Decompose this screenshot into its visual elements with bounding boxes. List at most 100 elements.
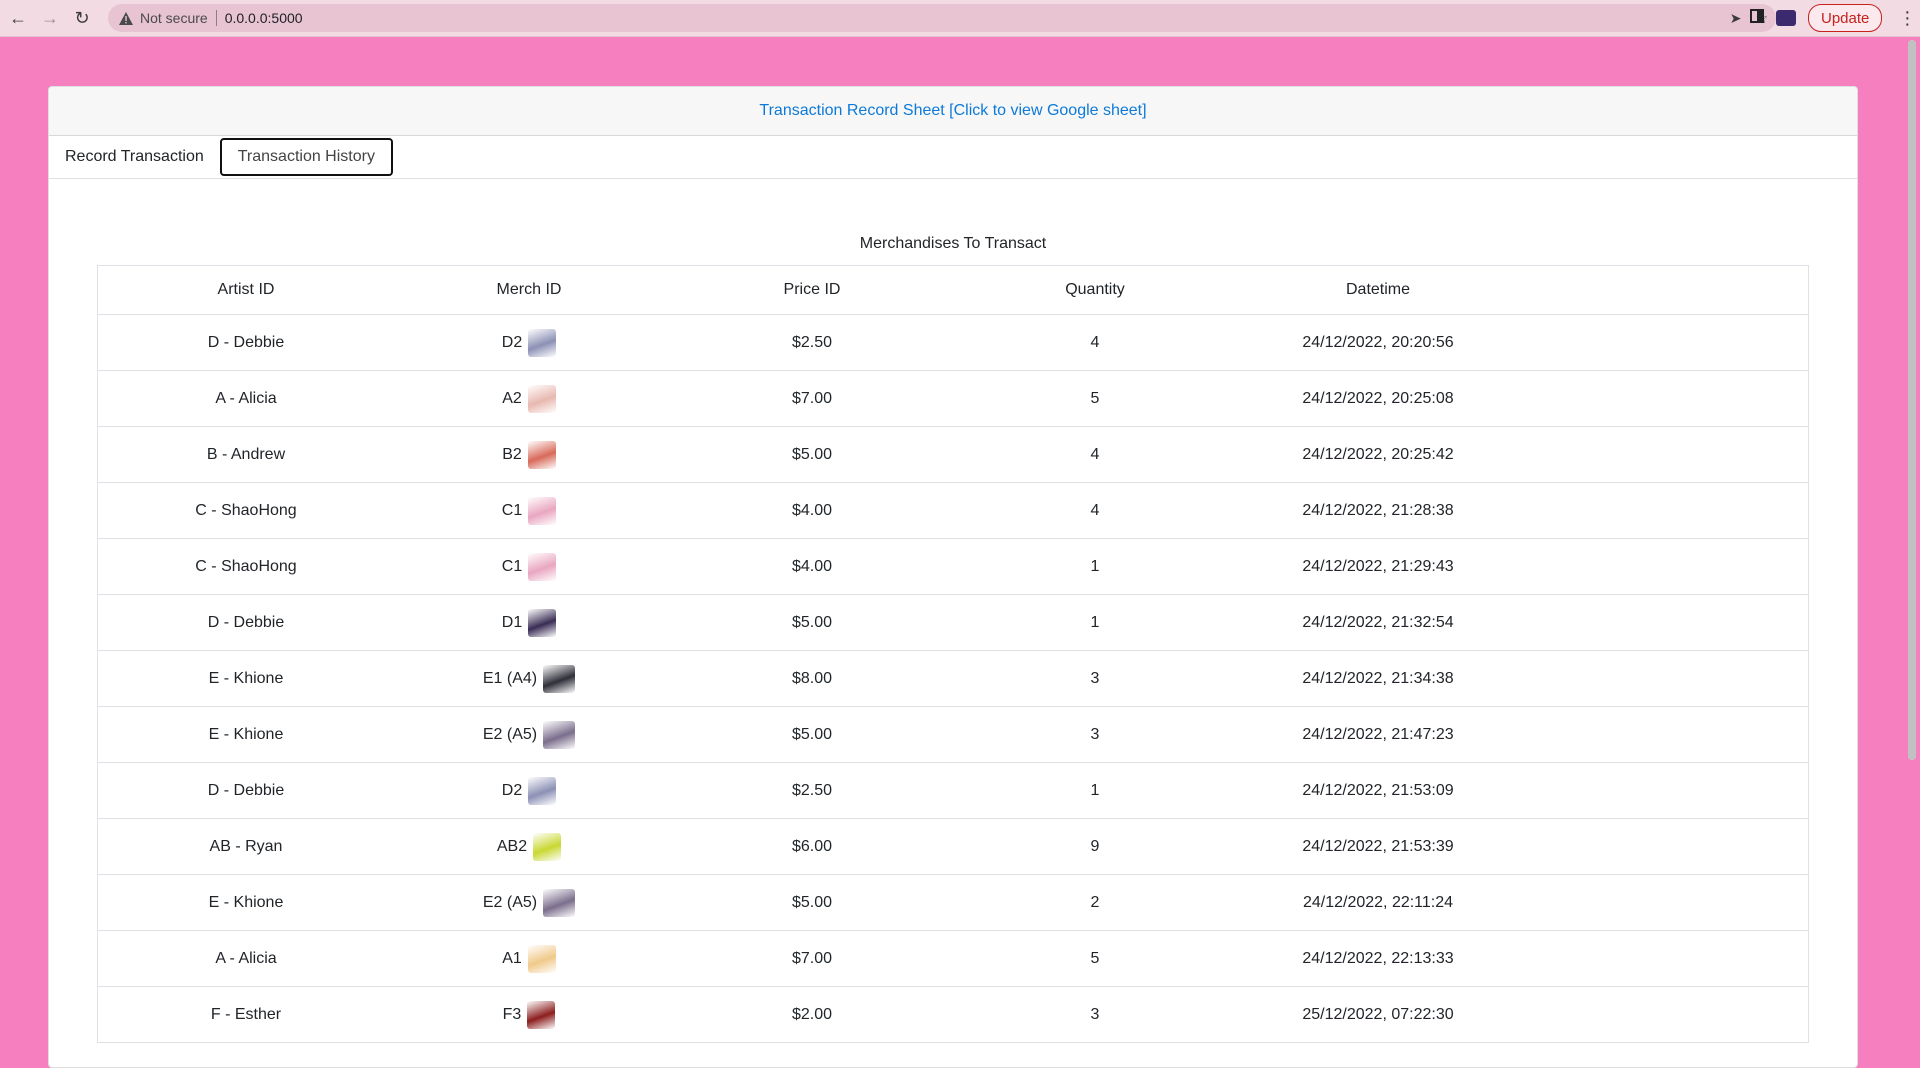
empty-cell <box>1526 538 1808 595</box>
merch-thumbnail-image <box>528 608 557 637</box>
merch-id: D2 <box>501 333 523 351</box>
quantity-cell: 4 <box>960 426 1230 483</box>
price-cell: $5.00 <box>664 706 960 763</box>
price-cell: $2.50 <box>664 762 960 819</box>
price-cell: $5.00 <box>664 874 960 931</box>
artist-cell: C - ShaoHong <box>98 482 394 539</box>
price-cell: $5.00 <box>664 594 960 651</box>
merch-thumbnail-image <box>528 552 557 581</box>
table-row: E - Khione E1 (A4) $8.00 3 24/12/2022, 21:34… <box>98 650 1808 707</box>
address-bar[interactable]: Not secure 0.0.0.0:5000 ➤ ☆ <box>108 4 1776 32</box>
reload-icon[interactable]: ↻ <box>68 4 96 32</box>
quantity-cell: 1 <box>960 538 1230 595</box>
merch-thumbnail-image <box>543 720 576 749</box>
merch-id: E1 (A4) <box>482 669 538 687</box>
datetime-cell: 24/12/2022, 21:29:43 <box>1230 538 1526 595</box>
datetime-cell: 24/12/2022, 22:13:33 <box>1230 930 1526 987</box>
artist-cell: F - Esther <box>98 986 394 1043</box>
merch-id: AB2 <box>496 837 528 855</box>
artist-cell: AB - Ryan <box>98 818 394 875</box>
side-panel-icon[interactable] <box>1750 8 1764 28</box>
warning-icon[interactable] <box>118 10 134 26</box>
merch-id: C1 <box>501 557 523 575</box>
update-button[interactable]: Update <box>1808 4 1883 32</box>
table-header-row: Artist ID Merch ID Price ID Quantity Dat… <box>98 266 1808 315</box>
artist-cell: A - Alicia <box>98 930 394 987</box>
price-cell: $4.00 <box>664 538 960 595</box>
more-menu-icon[interactable]: ⋮ <box>1898 8 1916 29</box>
price-cell: $2.00 <box>664 986 960 1043</box>
artist-cell: E - Khione <box>98 706 394 763</box>
datetime-cell: 24/12/2022, 21:32:54 <box>1230 594 1526 651</box>
tab-record-transaction[interactable]: Record Transaction <box>49 137 220 177</box>
datetime-cell: 24/12/2022, 21:34:38 <box>1230 650 1526 707</box>
browser-toolbar: ← → ↻ Not secure 0.0.0.0:5000 ➤ ☆ Update… <box>0 0 1920 37</box>
merch-id: C1 <box>501 501 523 519</box>
artist-cell: E - Khione <box>98 650 394 707</box>
merch-id: A2 <box>502 389 522 407</box>
datetime-cell: 24/12/2022, 21:28:38 <box>1230 482 1526 539</box>
card-header: Transaction Record Sheet [Click to view … <box>49 87 1857 136</box>
empty-cell <box>1526 650 1808 707</box>
quantity-cell: 1 <box>960 594 1230 651</box>
empty-cell <box>1526 930 1808 987</box>
url-text[interactable]: 0.0.0.0:5000 <box>225 10 303 26</box>
empty-cell <box>1526 762 1808 819</box>
table-row: C - ShaoHong C1 $4.00 4 24/12/2022, 21:28:38 <box>98 482 1808 539</box>
merch-id: D2 <box>501 781 523 799</box>
google-sheet-link[interactable]: Transaction Record Sheet [Click to view … <box>759 102 1146 120</box>
merch-id: A1 <box>502 949 522 967</box>
merch-cell: A1 <box>394 930 664 987</box>
merch-id: F3 <box>502 1005 522 1023</box>
main-card: Transaction Record Sheet [Click to view … <box>48 86 1858 1068</box>
merch-thumbnail-image <box>533 832 562 861</box>
transactions-table: Artist ID Merch ID Price ID Quantity Dat… <box>97 265 1809 1043</box>
merch-cell: D2 <box>394 762 664 819</box>
table-row: D - Debbie D2 $2.50 4 24/12/2022, 20:20:56 <box>98 314 1808 371</box>
merch-cell: E2 (A5) <box>394 874 664 931</box>
tab-transaction-history[interactable]: Transaction History <box>219 138 393 176</box>
back-arrow-icon[interactable]: ← <box>4 4 32 32</box>
empty-cell <box>1526 482 1808 539</box>
merch-cell: D1 <box>394 594 664 651</box>
page-scrollbar-thumb[interactable] <box>1908 40 1916 760</box>
price-cell: $2.50 <box>664 314 960 371</box>
quantity-cell: 9 <box>960 818 1230 875</box>
table-row: E - Khione E2 (A5) $5.00 3 24/12/2022, 21:47… <box>98 706 1808 763</box>
empty-cell <box>1526 370 1808 427</box>
artist-cell: D - Debbie <box>98 594 394 651</box>
merch-cell: C1 <box>394 482 664 539</box>
column-header-datetime: Datetime <box>1230 266 1526 315</box>
price-cell: $7.00 <box>664 370 960 427</box>
empty-cell <box>1526 986 1808 1043</box>
price-cell: $5.00 <box>664 426 960 483</box>
divider <box>215 10 217 26</box>
price-cell: $4.00 <box>664 482 960 539</box>
send-icon[interactable]: ➤ <box>1730 10 1742 27</box>
empty-cell <box>1526 426 1808 483</box>
datetime-cell: 24/12/2022, 20:25:08 <box>1230 370 1526 427</box>
merch-thumbnail-image <box>543 888 576 917</box>
datetime-cell: 24/12/2022, 22:11:24 <box>1230 874 1526 931</box>
extension-icon[interactable] <box>1776 10 1796 26</box>
artist-cell: A - Alicia <box>98 370 394 427</box>
table-row: AB - Ryan AB2 $6.00 9 24/12/2022, 21:53:39 <box>98 818 1808 875</box>
column-header-artist: Artist ID <box>98 266 394 315</box>
artist-cell: C - ShaoHong <box>98 538 394 595</box>
quantity-cell: 4 <box>960 482 1230 539</box>
forward-arrow-icon[interactable]: → <box>36 4 64 32</box>
quantity-cell: 5 <box>960 370 1230 427</box>
price-cell: $7.00 <box>664 930 960 987</box>
merch-thumbnail-image <box>527 944 556 973</box>
merch-thumbnail-image <box>527 440 556 469</box>
table-row: B - Andrew B2 $5.00 4 24/12/2022, 20:25:42 <box>98 426 1808 483</box>
empty-cell <box>1526 594 1808 651</box>
quantity-cell: 3 <box>960 986 1230 1043</box>
datetime-cell: 25/12/2022, 07:22:30 <box>1230 986 1526 1043</box>
merch-id: E2 (A5) <box>482 725 538 743</box>
table-row: A - Alicia A1 $7.00 5 24/12/2022, 22:13:33 <box>98 930 1808 987</box>
quantity-cell: 1 <box>960 762 1230 819</box>
security-label[interactable]: Not secure <box>140 10 208 26</box>
artist-cell: E - Khione <box>98 874 394 931</box>
artist-cell: D - Debbie <box>98 762 394 819</box>
